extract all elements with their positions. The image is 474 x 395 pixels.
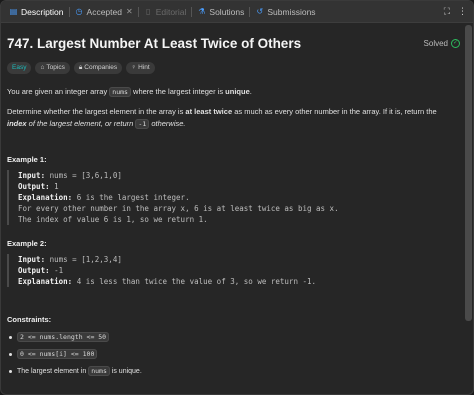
italic-text: otherwise. <box>149 119 186 128</box>
lightbulb-icon: ♀ <box>131 64 137 71</box>
bold-text: at least twice <box>185 107 233 116</box>
tab-label: Solutions <box>209 6 245 17</box>
more-icon[interactable]: ⋮ <box>458 6 467 17</box>
tab-divider <box>68 6 70 17</box>
doc-icon: ▤ <box>9 7 18 16</box>
tab-bar: ▤ Description ◷ Accepted ✕ ▯ Editorial ⚗… <box>1 1 473 23</box>
tab-label: Description <box>21 6 64 17</box>
example-block: Input: nums = [1,2,3,4] Output: -1 Expla… <box>7 254 464 287</box>
chip-label: Companies <box>84 64 118 71</box>
chip-label: Topics <box>46 64 65 71</box>
example-block: Input: nums = [3,6,1,0] Output: 1 Explan… <box>7 170 464 225</box>
bold-text: unique <box>225 87 250 96</box>
tag-icon: ⌂ <box>40 64 45 71</box>
solved-status: Solved ✓ <box>423 38 460 48</box>
tab-divider <box>137 6 139 17</box>
italic-text: of the largest element, or return <box>26 119 136 128</box>
tab-label: Accepted <box>86 6 122 17</box>
window-controls: ⛶ ⋮ <box>444 6 467 17</box>
hint-chip[interactable]: ♀ Hint <box>126 62 155 74</box>
tab-label: Submissions <box>267 6 316 17</box>
output-label: Output: <box>18 266 50 275</box>
tab-description[interactable]: ▤ Description <box>5 1 68 23</box>
scrollbar[interactable] <box>465 25 472 321</box>
explanation-line: For every other number in the array x, 6… <box>18 204 339 213</box>
solved-label: Solved <box>423 38 448 48</box>
tab-editorial[interactable]: ▯ Editorial <box>140 1 191 23</box>
title-row: 747. Largest Number At Least Twice of Ot… <box>7 34 464 52</box>
input-label: Input: <box>18 171 46 180</box>
tab-submissions[interactable]: ↺ Submissions <box>251 1 319 23</box>
inline-code: nums <box>88 366 110 376</box>
explanation-label: Explanation: <box>18 193 73 202</box>
check-circle-icon: ✓ <box>451 38 460 48</box>
example-heading: Example 1: <box>7 155 47 164</box>
flask-icon: ⚗ <box>198 7 206 16</box>
input-value: nums = [1,2,3,4] <box>45 255 122 264</box>
lock-icon: 🔒︎ <box>78 64 83 71</box>
input-value: nums = [3,6,1,0] <box>45 171 122 180</box>
book-icon: ▯ <box>145 7 151 16</box>
text: . <box>249 87 252 96</box>
text: You are given an integer array <box>7 87 110 96</box>
explanation-label: Explanation: <box>18 277 73 286</box>
tag-chips: Easy ⌂ Topics 🔒︎ Companies ♀ Hint <box>7 62 464 74</box>
problem-panel: ▤ Description ◷ Accepted ✕ ▯ Editorial ⚗… <box>0 0 474 395</box>
constraints-list: 2 <= nums.length <= 50 0 <= nums[i] <= 1… <box>7 332 464 377</box>
tab-solutions[interactable]: ⚗ Solutions <box>193 1 248 23</box>
explanation-value: 6 is the largest integer. <box>72 193 190 202</box>
explanation-line: The index of value 6 is 1, so we return … <box>18 215 208 224</box>
list-item: The largest element in nums is unique. <box>7 366 464 377</box>
description-paragraph: Determine whether the largest element in… <box>7 106 464 130</box>
tab-divider <box>191 6 193 17</box>
example-heading: Example 2: <box>7 239 47 248</box>
input-label: Input: <box>18 255 46 264</box>
text: as much as every other number in the arr… <box>232 107 437 116</box>
text: The largest element in <box>17 368 89 375</box>
close-icon[interactable]: ✕ <box>126 7 133 16</box>
bold-italic-text: index <box>7 119 27 128</box>
tab-divider <box>249 6 251 17</box>
companies-chip[interactable]: 🔒︎ Companies <box>73 62 123 74</box>
chip-label: Hint <box>138 64 150 71</box>
difficulty-label: Easy <box>12 64 27 71</box>
inline-code: nums <box>109 87 131 97</box>
explanation-value: 4 is less than twice the value of 3, so … <box>72 277 317 286</box>
clock-icon: ◷ <box>75 7 83 16</box>
output-label: Output: <box>18 182 50 191</box>
output-value: 1 <box>49 182 59 191</box>
inline-code: 2 <= nums.length <= 50 <box>17 332 110 342</box>
tab-accepted[interactable]: ◷ Accepted ✕ <box>71 1 137 23</box>
text: is unique. <box>109 368 142 375</box>
difficulty-badge: Easy <box>7 62 32 74</box>
text: where the largest integer is <box>130 87 226 96</box>
list-item: 2 <= nums.length <= 50 <box>7 332 464 343</box>
page-title[interactable]: 747. Largest Number At Least Twice of Ot… <box>7 36 301 51</box>
inline-code: 0 <= nums[i] <= 100 <box>17 349 98 359</box>
output-value: -1 <box>49 266 64 275</box>
inline-code: -1 <box>135 119 150 129</box>
description-content: 747. Largest Number At Least Twice of Ot… <box>1 24 464 394</box>
maximize-icon[interactable]: ⛶ <box>444 6 450 17</box>
description-paragraph: You are given an integer array nums wher… <box>7 86 464 98</box>
topics-chip[interactable]: ⌂ Topics <box>35 62 70 74</box>
text: Determine whether the largest element in… <box>7 107 186 116</box>
constraints-heading: Constraints: <box>7 315 52 324</box>
history-icon: ↺ <box>256 7 264 16</box>
list-item: 0 <= nums[i] <= 100 <box>7 349 464 360</box>
tab-label: Editorial <box>155 6 187 17</box>
